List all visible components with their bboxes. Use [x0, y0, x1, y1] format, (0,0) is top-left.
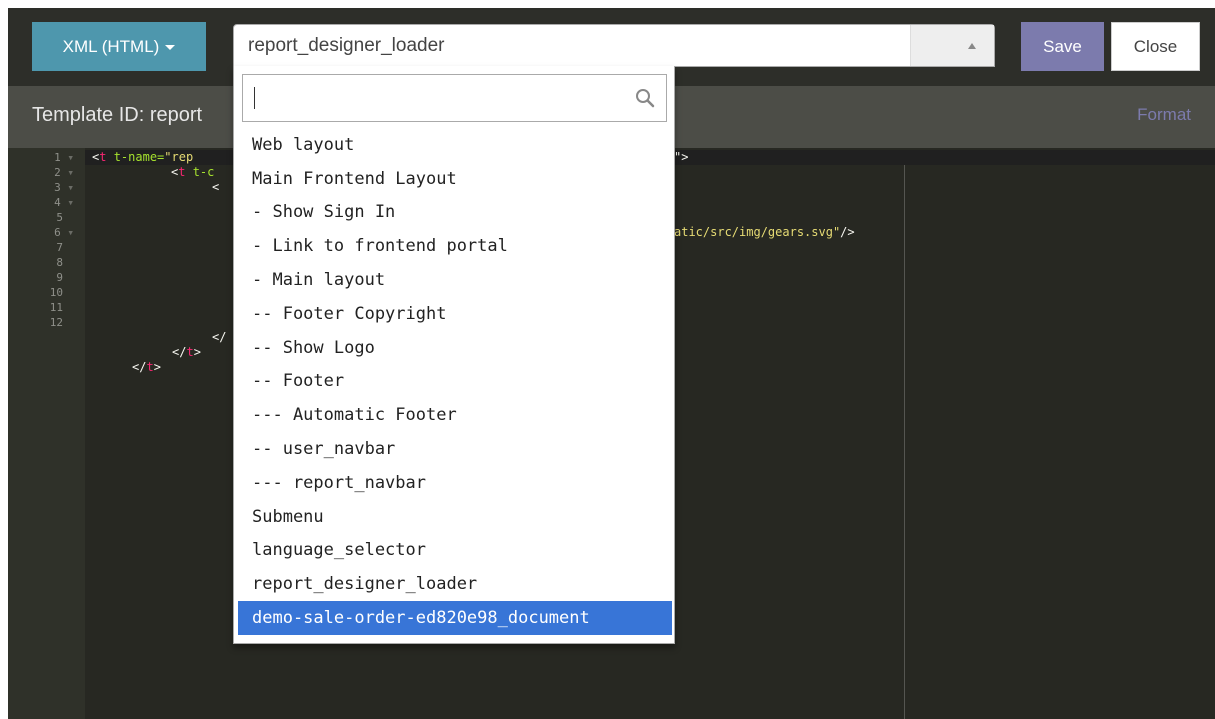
- line-number: 10: [49, 286, 63, 299]
- template-id-label: Template ID: report: [32, 104, 203, 126]
- template-select-value: report_designer_loader: [248, 35, 445, 56]
- code-line-11: </t>: [172, 345, 201, 359]
- code-line-5-tail: atic/src/img/gears.svg"/>: [674, 225, 855, 239]
- arrow-up-icon: [968, 43, 976, 49]
- caret-down-icon: [165, 45, 176, 50]
- line-number: 12: [49, 316, 63, 329]
- dropdown-option[interactable]: - Link to frontend portal: [238, 229, 672, 263]
- save-button[interactable]: Save: [1021, 22, 1104, 71]
- line-number: 4: [54, 196, 61, 209]
- dropdown-option[interactable]: - Show Sign In: [238, 196, 672, 230]
- dropdown-option[interactable]: Web layout: [238, 128, 672, 162]
- code-line-3: <: [212, 180, 220, 194]
- dropdown-option[interactable]: Main Frontend Layout: [238, 162, 672, 196]
- template-dropdown: Web layout Main Frontend Layout - Show S…: [233, 66, 675, 644]
- dropdown-option[interactable]: --- report_navbar: [238, 466, 672, 500]
- language-selector-button[interactable]: XML (HTML): [32, 22, 206, 71]
- dropdown-option[interactable]: -- Footer Copyright: [238, 297, 672, 331]
- template-select[interactable]: report_designer_loader: [233, 24, 995, 67]
- fold-arrow-icon[interactable]: ▾: [67, 151, 74, 164]
- line-number: 5: [56, 211, 63, 224]
- line-number: 8: [56, 256, 63, 269]
- fold-arrow-icon[interactable]: ▾: [67, 181, 74, 194]
- dropdown-option[interactable]: --- Automatic Footer: [238, 398, 672, 432]
- fold-arrow-icon[interactable]: ▾: [67, 196, 74, 209]
- line-number-gutter: 1 ▾ 2 ▾ 3 ▾ 4 ▾ 5 6 ▾ 7 8 9 10 11 12: [8, 148, 85, 719]
- dropdown-option[interactable]: -- user_navbar: [238, 432, 672, 466]
- code-line-1: <t t-name="rep: [92, 150, 194, 164]
- print-margin: [904, 165, 905, 719]
- dropdown-option[interactable]: -- Footer: [238, 365, 672, 399]
- line-number: 1: [54, 151, 61, 164]
- dropdown-option-selected[interactable]: demo-sale-order-ed820e98_document: [238, 601, 672, 635]
- line-number: 7: [56, 241, 63, 254]
- line-number: 9: [56, 271, 63, 284]
- format-link[interactable]: Format: [1137, 105, 1191, 125]
- dropdown-option[interactable]: report_designer_loader: [238, 567, 672, 601]
- dropdown-option-list: Web layout Main Frontend Layout - Show S…: [238, 128, 672, 635]
- code-line-10: </: [212, 330, 227, 344]
- select-arrow[interactable]: [910, 25, 994, 66]
- dropdown-option[interactable]: language_selector: [238, 534, 672, 568]
- dropdown-option[interactable]: Submenu: [238, 500, 672, 534]
- fold-arrow-icon[interactable]: ▾: [67, 166, 74, 179]
- dropdown-option[interactable]: - Main layout: [238, 263, 672, 297]
- search-icon: [636, 89, 655, 108]
- close-button[interactable]: Close: [1111, 22, 1200, 71]
- text-cursor: [254, 87, 255, 109]
- line-number: 2: [54, 166, 61, 179]
- line-number: 3: [54, 181, 61, 194]
- line-number: 6: [54, 226, 61, 239]
- code-line-1-tail: ">: [674, 150, 689, 164]
- line-number: 11: [49, 301, 63, 314]
- fold-arrow-icon[interactable]: ▾: [67, 226, 74, 239]
- code-line-2: <t t-c: [171, 165, 215, 179]
- code-line-12: </t>: [132, 360, 161, 374]
- dropdown-search-input[interactable]: [242, 74, 667, 122]
- language-label: XML (HTML): [62, 36, 160, 56]
- dropdown-option[interactable]: -- Show Logo: [238, 331, 672, 365]
